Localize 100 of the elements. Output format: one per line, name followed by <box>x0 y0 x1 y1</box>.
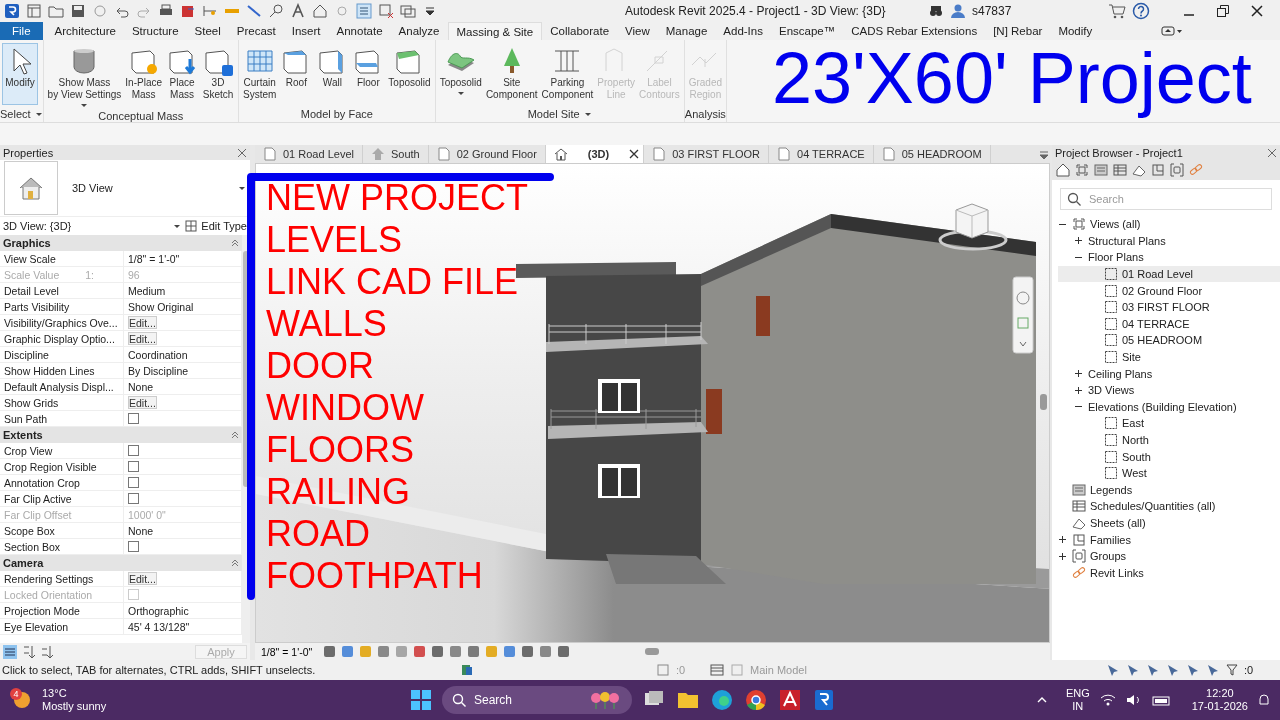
weather-text[interactable]: Mostly sunny <box>42 700 107 713</box>
property-value[interactable]: None <box>128 524 154 537</box>
revit-app-icon[interactable] <box>812 688 836 712</box>
ribbon-tool[interactable]: Floor <box>350 43 387 105</box>
table-icon[interactable] <box>1113 163 1127 177</box>
user-icon[interactable] <box>950 3 966 19</box>
notification-icon[interactable] <box>1258 693 1270 707</box>
view-scale[interactable]: 1/8" = 1'-0" <box>261 645 313 658</box>
tree-item[interactable]: 3D Views <box>1058 381 1280 399</box>
model-view[interactable] <box>255 163 1050 643</box>
tree-item[interactable]: Families <box>1058 531 1280 548</box>
sort-az-icon[interactable] <box>23 644 35 659</box>
revit-logo-icon[interactable] <box>4 3 20 19</box>
home-icon[interactable] <box>1056 163 1070 177</box>
group-header[interactable]: Extents <box>3 429 43 441</box>
model-icon[interactable] <box>710 663 724 677</box>
property-value[interactable]: Orthographic <box>128 604 189 617</box>
clock[interactable]: 12:20 17-01-2026 <box>1191 687 1248 713</box>
wifi-icon[interactable] <box>1099 693 1116 707</box>
tree-item[interactable]: Legends <box>1058 481 1280 499</box>
ribbon-tab[interactable]: Structure <box>123 22 187 40</box>
tree-item[interactable]: South <box>1058 448 1280 465</box>
tree-item[interactable]: Revit Links <box>1058 564 1280 582</box>
dropdown-icon[interactable] <box>173 222 182 230</box>
tree-item[interactable]: East <box>1058 415 1280 432</box>
edge-icon[interactable] <box>710 688 734 712</box>
scrollbar-thumb[interactable] <box>645 648 660 655</box>
ribbon-tool[interactable]: Toposolid <box>437 43 484 105</box>
tree-item[interactable]: Ceiling Plans <box>1058 365 1280 382</box>
ribbon-tool[interactable]: Place Mass <box>164 43 200 109</box>
group-header[interactable]: Graphics <box>3 237 51 249</box>
ribbon-tool[interactable]: Curtain System <box>241 43 279 105</box>
save-icon[interactable] <box>70 3 86 19</box>
tree-item[interactable]: Floor Plans <box>1058 249 1280 266</box>
ribbon-tab[interactable]: Enscape™ <box>770 22 844 40</box>
tree-item[interactable]: North <box>1058 431 1280 449</box>
autocad-icon[interactable] <box>778 688 802 712</box>
tag-icon[interactable] <box>268 3 284 19</box>
edit-button[interactable]: Edit... <box>128 396 157 409</box>
language-indicator[interactable]: ENG IN <box>1065 687 1090 713</box>
marker-icon[interactable] <box>334 3 350 19</box>
ribbon-tab[interactable]: CADS Rebar Extensions <box>843 22 986 40</box>
dropdown-icon[interactable] <box>238 184 246 192</box>
ribbon-tool[interactable]: In-Place Mass <box>123 43 164 109</box>
document-tab[interactable]: (3D) <box>545 145 645 163</box>
workset-icon[interactable] <box>460 663 474 677</box>
binoculars-icon[interactable] <box>928 3 944 19</box>
export-icon[interactable] <box>180 3 196 19</box>
ribbon-tab[interactable]: Manage <box>657 22 716 40</box>
property-value[interactable]: Show Original <box>128 300 194 313</box>
restore-icon[interactable] <box>1216 4 1230 18</box>
search-box[interactable]: Search <box>442 686 632 714</box>
checkbox[interactable] <box>128 541 139 552</box>
tree-item[interactable]: 04 TERRACE <box>1058 315 1280 333</box>
ribbon-tool[interactable]: Parking Component <box>539 43 596 105</box>
edit-button[interactable]: Edit... <box>128 332 157 345</box>
views-icon[interactable] <box>1075 163 1089 177</box>
checkbox[interactable] <box>128 461 139 472</box>
group-icon[interactable] <box>1170 163 1184 177</box>
ribbon-tool[interactable]: Roof <box>278 43 315 105</box>
edit-type-button[interactable]: Edit Type <box>201 220 247 232</box>
tree-item[interactable]: 02 Ground Floor <box>1058 282 1280 299</box>
checkbox[interactable] <box>128 445 139 456</box>
window-icon[interactable] <box>26 3 42 19</box>
ribbon-tab[interactable]: Modify <box>1050 22 1101 40</box>
filter-icon[interactable] <box>1226 664 1238 676</box>
scrollbar-thumb[interactable] <box>1040 394 1047 410</box>
edit-button[interactable]: Edit... <box>128 316 157 329</box>
home-icon[interactable] <box>312 3 328 19</box>
tree-item[interactable]: 03 FIRST FLOOR <box>1058 298 1280 316</box>
volume-icon[interactable] <box>1125 693 1142 707</box>
switch-windows-icon[interactable] <box>400 3 416 19</box>
expand-icon[interactable] <box>1058 535 1067 545</box>
property-value[interactable]: 45' 4 13/128" <box>128 620 190 633</box>
ribbon-tab[interactable]: Analyze <box>390 22 448 40</box>
tree-item[interactable]: West <box>1058 464 1280 482</box>
cart-icon[interactable] <box>1108 3 1126 19</box>
tree-item[interactable]: Groups <box>1058 547 1280 565</box>
ribbon-tool[interactable]: 3D Sketch <box>200 43 236 109</box>
ribbon-tool[interactable]: Toposolid <box>386 43 433 105</box>
ribbon-tab[interactable]: Steel <box>186 22 229 40</box>
view-cube-icon[interactable] <box>938 202 1008 252</box>
panel-title[interactable]: Select <box>0 105 43 122</box>
user-name[interactable]: s47837 <box>972 4 1102 18</box>
ribbon-tab[interactable]: Precast <box>228 22 284 40</box>
close-icon[interactable] <box>629 149 640 159</box>
checkbox[interactable] <box>128 413 139 424</box>
start-icon[interactable] <box>410 689 432 711</box>
ribbon-tool[interactable]: Modify <box>2 43 38 105</box>
ribbon-tab[interactable]: Insert <box>283 22 329 40</box>
property-value[interactable]: Medium <box>128 284 166 297</box>
property-value[interactable]: 1/8" = 1'-0" <box>128 252 180 265</box>
tree-item[interactable]: Schedules/Quantities (all) <box>1058 498 1280 515</box>
family-icon[interactable] <box>1151 163 1165 177</box>
group-header[interactable]: Camera <box>3 557 44 569</box>
ribbon-tool[interactable]: Wall <box>314 43 351 105</box>
help-icon[interactable] <box>1132 2 1150 20</box>
checkbox[interactable] <box>128 477 139 488</box>
text-icon[interactable] <box>290 3 306 19</box>
ribbon-tab[interactable]: Massing & Site <box>447 22 543 40</box>
